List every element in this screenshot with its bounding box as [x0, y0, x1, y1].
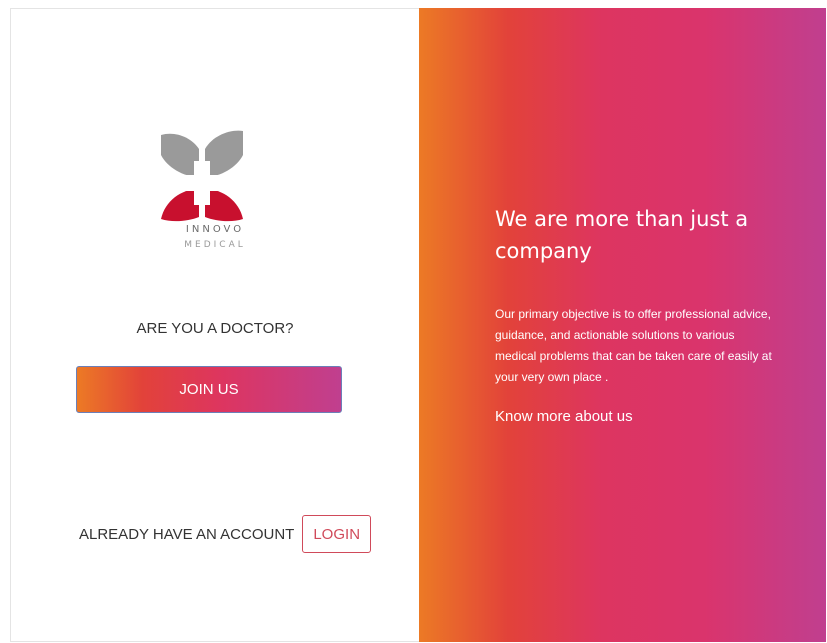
login-button[interactable]: LOGIN: [302, 515, 372, 553]
headline: We are more than just a company: [495, 207, 749, 263]
brand-subtitle: MEDICAL: [184, 240, 246, 250]
join-us-button[interactable]: JOIN US: [76, 366, 342, 413]
description-text: Our primary objective is to offer profes…: [495, 307, 772, 384]
page-frame: INNOVO MEDICAL ARE YOU A DOCTOR? JOIN US…: [10, 8, 826, 642]
know-more-link[interactable]: Know more about us: [495, 408, 633, 425]
already-have-account-text: ALREADY HAVE AN ACCOUNT: [79, 525, 295, 543]
brand-name: INNOVO: [185, 224, 245, 235]
left-panel: INNOVO MEDICAL ARE YOU A DOCTOR? JOIN US…: [10, 8, 419, 642]
doctor-question: ARE YOU A DOCTOR?: [136, 320, 294, 337]
account-row: ALREADY HAVE AN ACCOUNT LOGIN: [79, 515, 372, 553]
right-panel: We are more than just a company Our prim…: [419, 8, 826, 642]
